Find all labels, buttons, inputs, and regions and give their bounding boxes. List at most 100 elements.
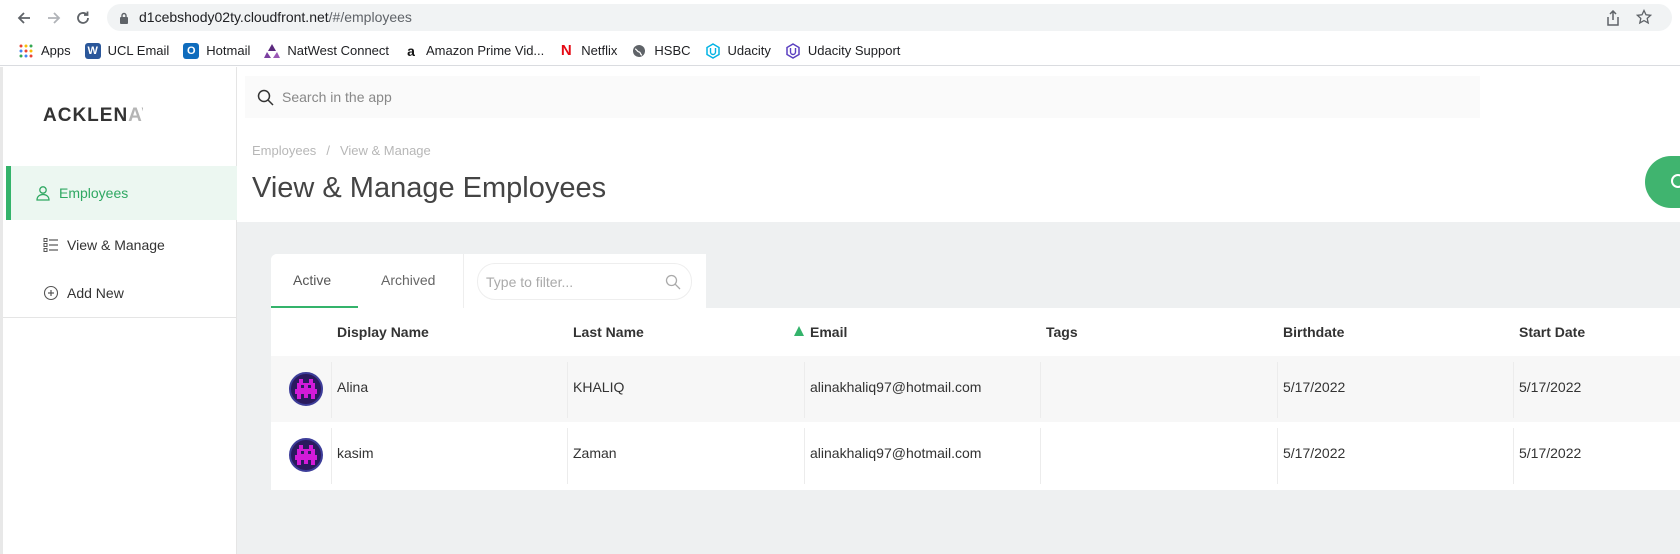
company-logo: ACKLENAV xyxy=(43,105,143,127)
cell-divider xyxy=(804,362,805,418)
sidebar: ACKLENAV Employees View & Manage Add New xyxy=(0,67,239,554)
bookmark-label: Netflix xyxy=(581,43,618,58)
bookmark-udacity[interactable]: Udacity xyxy=(705,42,771,59)
cell-divider xyxy=(1040,362,1041,418)
cell-divider xyxy=(804,428,805,484)
tab-divider xyxy=(463,254,464,308)
bookmark-udacity-support[interactable]: Udacity Support xyxy=(785,42,901,59)
cell-email: alinakhaliq97@hotmail.com xyxy=(810,379,982,395)
cell-divider xyxy=(567,362,568,418)
sidebar-item-employees[interactable]: Employees xyxy=(6,166,239,220)
browser-toolbar: d1cebshody02ty.cloudfront.net/#/employee… xyxy=(0,0,1680,35)
reload-icon[interactable] xyxy=(73,8,93,28)
cell-divider xyxy=(1040,428,1041,484)
breadcrumb-separator: / xyxy=(326,143,330,158)
cell-birthdate: 5/17/2022 xyxy=(1283,379,1346,395)
bookmark-label: Apps xyxy=(41,43,71,58)
table-row[interactable]: kasim Zaman alinakhaliq97@hotmail.com 5/… xyxy=(271,422,1680,490)
bookmark-amazon[interactable]: a Amazon Prime Vid... xyxy=(403,43,544,59)
share-icon[interactable] xyxy=(1606,9,1620,31)
bookmark-label: Udacity xyxy=(727,43,771,58)
app-search-input[interactable] xyxy=(282,89,882,105)
filter-box xyxy=(477,263,692,300)
column-header-display-name[interactable]: Display Name xyxy=(337,324,429,340)
bookmark-label: HSBC xyxy=(654,43,691,58)
cell-display-name: Alina xyxy=(337,379,369,395)
page-title: View & Manage Employees xyxy=(252,172,607,204)
bookmarks-bar: Apps W UCL Email O Hotmail NatWest Conne… xyxy=(0,36,1680,66)
breadcrumb-view-manage: View & Manage xyxy=(339,143,431,158)
sidebar-item-label: Employees xyxy=(59,185,129,201)
bookmark-label: UCL Email xyxy=(107,43,170,58)
bookmark-natwest[interactable]: NatWest Connect xyxy=(264,43,389,59)
tabs-panel: Active Archived xyxy=(271,254,706,308)
column-header-tags[interactable]: Tags xyxy=(1046,324,1078,340)
cell-start-date: 5/17/2022 xyxy=(1519,445,1582,461)
user-icon xyxy=(36,186,50,201)
plus-circle-icon xyxy=(1671,174,1680,188)
apps-grid-icon xyxy=(18,43,34,59)
address-bar[interactable]: d1cebshody02ty.cloudfront.net/#/employee… xyxy=(107,4,1672,31)
cell-divider xyxy=(331,428,332,484)
app: ACKLENAV Employees View & Manage Add New xyxy=(0,67,1680,554)
url-host: d1cebshody02ty.cloudfront.net xyxy=(139,9,329,25)
url-path: /#/employees xyxy=(328,9,412,25)
cell-divider xyxy=(567,428,568,484)
table-header: Display Name Last Name Email Tags Birthd… xyxy=(271,308,1680,356)
cell-last-name: KHALIQ xyxy=(573,379,625,395)
cell-birthdate: 5/17/2022 xyxy=(1283,445,1346,461)
bookmark-hotmail[interactable]: O Hotmail xyxy=(183,42,251,59)
filter-input[interactable] xyxy=(486,273,646,290)
netflix-icon: N xyxy=(560,42,572,59)
add-employee-button[interactable] xyxy=(1645,156,1680,208)
bookmark-hsbc[interactable]: HSBC xyxy=(631,43,691,59)
sidebar-item-view-manage[interactable]: View & Manage xyxy=(43,237,165,253)
word-icon: W xyxy=(84,42,101,59)
bookmark-label: Hotmail xyxy=(206,43,251,58)
table-row[interactable]: Alina KHALIQ alinakhaliq97@hotmail.com 5… xyxy=(271,356,1680,424)
lock-icon xyxy=(119,11,129,29)
globe-icon xyxy=(631,43,647,59)
column-header-start-date[interactable]: Start Date xyxy=(1519,324,1585,340)
bookmark-label: Udacity Support xyxy=(807,43,901,58)
breadcrumb: Employees / View & Manage xyxy=(252,143,431,158)
breadcrumb-employees[interactable]: Employees xyxy=(252,143,316,158)
employees-card: Active Archived Display Name Last Name E… xyxy=(271,254,1680,490)
cell-divider xyxy=(1513,428,1514,484)
bookmark-ucl-email[interactable]: W UCL Email xyxy=(84,42,170,59)
main-content: Employees / View & Manage View & Manage Em… xyxy=(237,67,1680,554)
list-icon xyxy=(43,238,58,252)
tab-archived[interactable]: Archived xyxy=(381,272,435,288)
bookmark-label: NatWest Connect xyxy=(287,43,390,58)
bookmark-netflix[interactable]: N Netflix xyxy=(558,42,618,59)
outlook-icon: O xyxy=(183,42,200,59)
page-header: Employees / View & Manage View & Manage Em… xyxy=(237,67,1680,222)
cell-divider xyxy=(1513,362,1514,418)
cell-divider xyxy=(1277,428,1278,484)
cell-last-name: Zaman xyxy=(573,445,617,461)
udacity-icon xyxy=(785,42,801,59)
url-text: d1cebshody02ty.cloudfront.net/#/employee… xyxy=(139,9,412,25)
logo-text-faded: AV xyxy=(128,105,143,126)
bookmark-star-icon[interactable] xyxy=(1635,8,1653,30)
cell-display-name: kasim xyxy=(337,445,374,461)
tab-active[interactable]: Active xyxy=(293,272,331,288)
natwest-icon xyxy=(264,43,281,59)
sidebar-divider xyxy=(3,317,239,318)
bookmark-apps[interactable]: Apps xyxy=(18,43,71,59)
avatar xyxy=(289,438,323,472)
bookmark-label: Amazon Prime Vid... xyxy=(426,43,545,58)
column-header-birthdate[interactable]: Birthdate xyxy=(1283,324,1344,340)
forward-arrow-icon[interactable] xyxy=(44,8,64,28)
column-header-email[interactable]: Email xyxy=(810,324,847,340)
plus-circle-icon xyxy=(43,285,59,301)
search-icon[interactable] xyxy=(665,274,681,290)
back-arrow-icon[interactable] xyxy=(14,8,34,28)
search-icon xyxy=(257,89,274,106)
avatar xyxy=(289,372,323,406)
sort-ascending-icon[interactable] xyxy=(794,326,804,336)
amazon-icon: a xyxy=(407,42,415,59)
sidebar-item-add-new[interactable]: Add New xyxy=(43,285,124,301)
cell-divider xyxy=(1277,362,1278,418)
column-header-last-name[interactable]: Last Name xyxy=(573,324,644,340)
